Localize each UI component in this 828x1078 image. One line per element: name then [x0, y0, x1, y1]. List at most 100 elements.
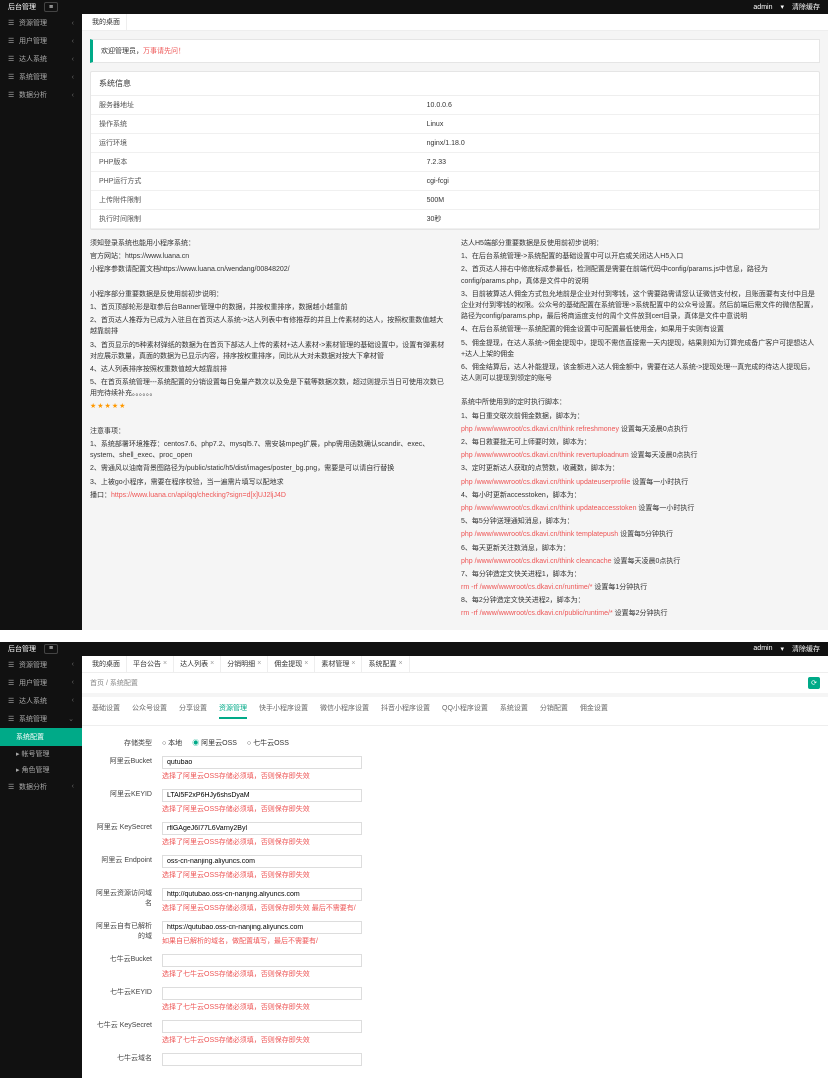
text-input[interactable]	[162, 855, 362, 868]
field-hint: 选择了阿里云OSS存储必须填，否则保存即失效	[162, 804, 818, 814]
settings-tab[interactable]: 微信小程序设置	[320, 703, 369, 719]
right-notes: 达人H5端部分重要数据是反使用前初步说明： 1、在后台系统管理->系统配置的基础…	[461, 238, 820, 622]
sidebar-item-role[interactable]: ▸ 角色管理	[0, 762, 82, 778]
text-input[interactable]	[162, 1020, 362, 1033]
field-hint: 选择了阿里云OSS存储必须填，否则保存即失效	[162, 771, 818, 781]
text-input[interactable]	[162, 888, 362, 901]
tab[interactable]: 平台公告 ×	[127, 656, 174, 672]
table-row: 运行环境nginx/1.18.0	[91, 134, 819, 153]
sidebar-item-analysis[interactable]: ☰数据分析‹	[0, 778, 82, 796]
radio-option[interactable]: ◉ 阿里云OSS	[192, 738, 237, 748]
table-row: PHP运行方式cgi-fcgi	[91, 172, 819, 191]
star-rating: ★★★★★	[90, 401, 449, 412]
field-hint: 选择了阿里云OSS存储必须填，否则保存即失效 最后不需要有/	[162, 903, 818, 913]
text-input[interactable]	[162, 987, 362, 1000]
tab[interactable]: 系统配置 ×	[362, 656, 409, 672]
sysinfo-table: 服务器地址10.0.0.6操作系统Linux运行环境nginx/1.18.0PH…	[91, 96, 819, 229]
clear-cache-button[interactable]: 清除缓存	[792, 2, 820, 12]
api-link[interactable]: https://www.luana.cn/api/qq/checking?sig…	[111, 492, 286, 499]
settings-tab[interactable]: 佣金设置	[580, 703, 608, 719]
field-hint: 如果自已解析的域名，做配置填写，最后不需要有/	[162, 936, 818, 946]
storage-type-radio[interactable]: ○ 本地 ◉ 阿里云OSS ○ 七牛云OSS	[162, 738, 818, 748]
menu-icon: ☰	[8, 73, 15, 81]
refresh-icon[interactable]: ⟳	[808, 677, 820, 689]
close-icon[interactable]: ×	[398, 660, 402, 667]
field-hint: 选择了阿里云OSS存储必须填，否则保存即失效	[162, 870, 818, 880]
tab-desktop[interactable]: 我的桌面	[86, 14, 127, 30]
sidebar-item[interactable]: ☰资源管理‹	[0, 656, 82, 674]
sidebar-item[interactable]: ☰数据分析‹	[0, 86, 82, 104]
table-row: 执行时间限制30秒	[91, 210, 819, 229]
top-bar: 后台管理 ≡ admin ▾ 清除缓存	[0, 0, 828, 14]
field-hint: 选择了阿里云OSS存储必须填，否则保存即失效	[162, 837, 818, 847]
text-input[interactable]	[162, 921, 362, 934]
sysinfo-card: 系统信息 服务器地址10.0.0.6操作系统Linux运行环境nginx/1.1…	[90, 71, 820, 230]
tab-strip-2: 我的桌面平台公告 ×达人列表 ×分销明细 ×佣金提现 ×素材管理 ×系统配置 ×	[82, 656, 828, 673]
tab[interactable]: 达人列表 ×	[174, 656, 221, 672]
close-icon[interactable]: ×	[351, 660, 355, 667]
sidebar-item[interactable]: ☰系统管理‹	[0, 68, 82, 86]
chevron-left-icon: ‹	[72, 74, 74, 81]
sidebar-item-sysconfig[interactable]: 系统配置	[0, 728, 82, 746]
close-icon[interactable]: ×	[163, 660, 167, 667]
settings-tab[interactable]: 基础设置	[92, 703, 120, 719]
text-input[interactable]	[162, 822, 362, 835]
field-hint: 选择了七牛云OSS存储必须填，否则保存即失效	[162, 1002, 818, 1012]
close-icon[interactable]: ×	[210, 660, 214, 667]
sidebar-item-account[interactable]: ▸ 帐号管理	[0, 746, 82, 762]
welcome-alert: 欢迎管理员，万事请先问！	[90, 39, 820, 63]
field-hint: 选择了七牛云OSS存储必须填，否则保存即失效	[162, 1035, 818, 1045]
sidebar-item[interactable]: ☰用户管理‹	[0, 32, 82, 50]
chevron-left-icon: ‹	[72, 38, 74, 45]
sidebar-item-system[interactable]: ☰系统管理⌄	[0, 710, 82, 728]
chevron-down-icon: ⌄	[68, 715, 74, 723]
settings-tab[interactable]: 分享设置	[179, 703, 207, 719]
radio-option[interactable]: ○ 本地	[162, 738, 182, 748]
menu-icon: ☰	[8, 55, 15, 63]
sidebar-2: ☰资源管理‹☰用户管理‹☰达人系统‹☰系统管理⌄系统配置▸ 帐号管理▸ 角色管理…	[0, 656, 82, 1078]
tab[interactable]: 我的桌面	[86, 656, 127, 672]
radio-option[interactable]: ○ 七牛云OSS	[247, 738, 289, 748]
text-input[interactable]	[162, 954, 362, 967]
chevron-left-icon: ‹	[72, 20, 74, 27]
menu-toggle-icon[interactable]: ≡	[44, 2, 58, 12]
close-icon[interactable]: ×	[257, 660, 261, 667]
tab[interactable]: 佣金提现 ×	[268, 656, 315, 672]
sidebar-item[interactable]: ☰达人系统‹	[0, 692, 82, 710]
sidebar-item[interactable]: ☰达人系统‹	[0, 50, 82, 68]
breadcrumb: 首页 / 系统配置 ⟳	[82, 673, 828, 693]
text-input[interactable]	[162, 789, 362, 802]
sidebar-item[interactable]: ☰资源管理‹	[0, 14, 82, 32]
chevron-left-icon: ‹	[72, 56, 74, 63]
menu-icon: ☰	[8, 19, 15, 27]
menu-icon: ☰	[8, 37, 15, 45]
tab[interactable]: 素材管理 ×	[315, 656, 362, 672]
table-row: 操作系统Linux	[91, 115, 819, 134]
official-link[interactable]: https://www.luana.cn	[125, 253, 189, 260]
table-row: PHP版本7.2.33	[91, 153, 819, 172]
text-input[interactable]	[162, 756, 362, 769]
tab[interactable]: 分销明细 ×	[221, 656, 268, 672]
menu-toggle-icon-2[interactable]: ≡	[44, 644, 58, 654]
settings-tab[interactable]: 分销配置	[540, 703, 568, 719]
close-icon[interactable]: ×	[304, 660, 308, 667]
settings-tabs: 基础设置公众号设置分享设置资源管理快手小程序设置微信小程序设置抖音小程序设置 QQ…	[82, 697, 828, 726]
settings-tab[interactable]: 资源管理	[219, 703, 247, 719]
brand: 后台管理	[8, 2, 36, 12]
settings-tab[interactable]: 系统设置	[500, 703, 528, 719]
settings-tab[interactable]: 快手小程序设置	[259, 703, 308, 719]
settings-tab[interactable]: 抖音小程序设置	[381, 703, 430, 719]
settings-tab[interactable]: 公众号设置	[132, 703, 167, 719]
text-input[interactable]	[162, 1053, 362, 1066]
table-row: 上传附件限制500M	[91, 191, 819, 210]
user-menu-2[interactable]: admin	[753, 645, 772, 652]
user-menu[interactable]: admin	[753, 4, 772, 11]
user-dropdown-icon-2[interactable]: ▾	[780, 645, 784, 653]
sidebar: ☰资源管理‹☰用户管理‹☰达人系统‹☰系统管理‹☰数据分析‹	[0, 14, 82, 630]
tab-strip: 我的桌面	[82, 14, 828, 31]
user-dropdown-icon[interactable]: ▾	[780, 3, 784, 11]
clear-cache-button-2[interactable]: 清除缓存	[792, 644, 820, 654]
chevron-left-icon: ‹	[72, 92, 74, 99]
settings-tab[interactable]: QQ小程序设置	[442, 703, 488, 719]
sidebar-item[interactable]: ☰用户管理‹	[0, 674, 82, 692]
